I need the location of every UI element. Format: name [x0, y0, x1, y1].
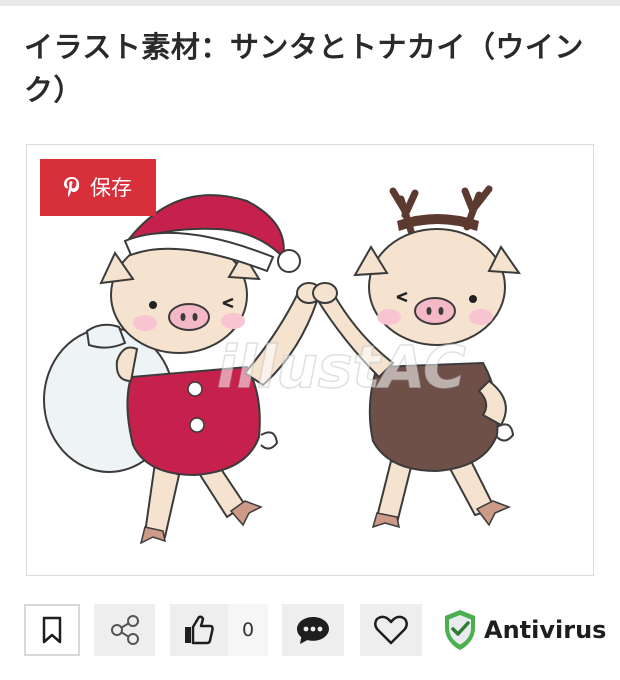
share-button[interactable]	[94, 604, 155, 656]
share-icon	[110, 615, 139, 645]
like-count: 0	[228, 604, 268, 656]
watermark-text: illustAC	[217, 333, 466, 401]
thumbs-up-icon	[185, 615, 214, 645]
pinterest-save-label: 保存	[90, 175, 132, 200]
high-five-hands	[296, 282, 338, 304]
like-button[interactable]: 0	[170, 604, 268, 656]
antivirus-badge[interactable]: Antivirus	[442, 604, 606, 656]
page-title: イラスト素材：サンタとトナカイ（ウインク）	[24, 30, 584, 107]
pinterest-icon	[64, 176, 80, 197]
heart-icon	[374, 615, 408, 645]
bookmark-button[interactable]	[24, 604, 80, 656]
pinterest-save-button[interactable]: 保存	[40, 159, 156, 216]
action-bar: 0 Antivirus	[24, 604, 606, 656]
top-divider	[0, 0, 620, 6]
antivirus-label: Antivirus	[484, 616, 607, 644]
shield-check-icon	[445, 610, 475, 650]
bookmark-icon	[42, 616, 62, 644]
comment-button[interactable]	[282, 604, 344, 656]
favorite-button[interactable]	[360, 604, 422, 656]
like-icon-container	[170, 604, 228, 656]
comment-icon	[297, 617, 329, 644]
